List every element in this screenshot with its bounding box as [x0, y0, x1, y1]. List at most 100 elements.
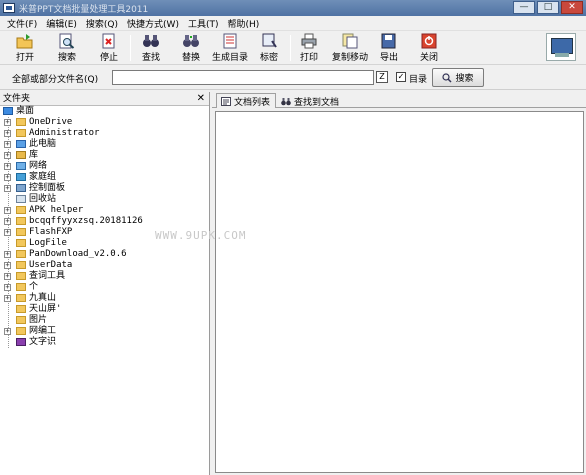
watermark: WWW.9UPK.COM: [155, 229, 247, 242]
mark-secret-button[interactable]: 标密: [260, 33, 278, 63]
folder-icon: [16, 206, 26, 214]
tree-item-label: 文字识: [29, 337, 57, 347]
tree-root-desktop[interactable]: 桌面: [0, 106, 209, 117]
list-icon: [221, 96, 231, 106]
directory-checkbox[interactable]: ✓: [396, 72, 406, 82]
tree-item[interactable]: 文字识: [0, 337, 209, 348]
menu-tools[interactable]: 工具(T): [184, 17, 223, 30]
find-button[interactable]: 查找: [142, 33, 160, 63]
tab-found-docs[interactable]: 查找到文档: [276, 93, 345, 108]
tree-item[interactable]: 天山屏': [0, 304, 209, 315]
window-controls: — □ ✕: [513, 1, 583, 14]
expand-toggle-icon[interactable]: +: [4, 328, 11, 335]
replace-button[interactable]: 替换: [182, 33, 200, 63]
print-button[interactable]: 打印: [300, 33, 318, 63]
close-icon[interactable]: ✕: [197, 92, 205, 106]
document-list-area[interactable]: [215, 111, 584, 473]
replace-icon: [183, 35, 199, 47]
seal-icon: [262, 33, 277, 48]
export-button[interactable]: 导出: [380, 33, 398, 63]
toolbar-separator: [290, 35, 291, 61]
export-icon: [381, 33, 396, 49]
tree-item[interactable]: + 家庭组: [0, 172, 209, 183]
maximize-button[interactable]: □: [537, 1, 559, 14]
close-window-button[interactable]: ✕: [561, 1, 583, 14]
tab-doc-list[interactable]: 文档列表: [216, 93, 277, 108]
tree-item[interactable]: + 此电脑: [0, 139, 209, 150]
expand-toggle-icon[interactable]: +: [4, 163, 11, 170]
tree-item[interactable]: + 网编工: [0, 326, 209, 337]
tree-item[interactable]: + 个: [0, 282, 209, 293]
user-icon: [16, 129, 26, 137]
expand-toggle-icon[interactable]: +: [4, 251, 11, 258]
onedrive-icon: [16, 118, 26, 126]
tree-item[interactable]: + bcqqffyyxzsq.20181126: [0, 216, 209, 227]
tree-item-label: 图片: [29, 315, 48, 325]
close-button[interactable]: 关闭: [420, 33, 438, 63]
folder-icon: [16, 327, 26, 335]
copy-move-button[interactable]: 复制移动: [332, 33, 368, 63]
toolbar: 打开 搜索 停止 查找 替换 生成目录 标密 打印 复制移动 导出 关闭: [0, 31, 586, 65]
search-submit-button[interactable]: 搜索: [432, 68, 484, 87]
minimize-button[interactable]: —: [513, 1, 535, 14]
folder-panel: 文件夹 ✕ 桌面 + OneDrive + Administrator + 此电脑 + 库 + 网…: [0, 92, 210, 475]
tree-item[interactable]: + 网络: [0, 161, 209, 172]
tree-item-label: 天山屏': [29, 304, 62, 314]
menu-help[interactable]: 帮助(H): [223, 17, 263, 30]
tree-item[interactable]: + PanDownload_v2.0.6: [0, 249, 209, 260]
tree-item[interactable]: 回收站: [0, 194, 209, 205]
expand-toggle-icon[interactable]: +: [4, 273, 11, 280]
app-icon: [3, 3, 15, 13]
tree-item-label: 库: [29, 150, 39, 160]
expand-toggle-icon[interactable]: +: [4, 207, 11, 214]
expand-toggle-icon[interactable]: +: [4, 152, 11, 159]
control-panel-icon: [16, 184, 26, 192]
expand-toggle-icon[interactable]: +: [4, 174, 11, 181]
expand-toggle-icon[interactable]: +: [4, 295, 11, 302]
menu-edit[interactable]: 编辑(E): [42, 17, 81, 30]
binoculars-icon: [281, 97, 291, 105]
tree-item-label: 九真山: [29, 293, 57, 303]
open-button[interactable]: 打开: [16, 33, 34, 63]
generate-toc-button[interactable]: 生成目录: [212, 33, 248, 63]
tree-item[interactable]: + 库: [0, 150, 209, 161]
binoculars-icon: [143, 35, 159, 47]
tree-item[interactable]: + 查词工具: [0, 271, 209, 282]
toolbar-separator: [130, 35, 131, 61]
folder-icon: [16, 294, 26, 302]
folder-tree[interactable]: 桌面 + OneDrive + Administrator + 此电脑 + 库 + 网络 + 家庭组 +…: [0, 106, 209, 348]
search-button[interactable]: 搜索: [58, 33, 76, 63]
tree-item[interactable]: + APK helper: [0, 205, 209, 216]
expand-toggle-icon[interactable]: +: [4, 229, 11, 236]
pattern-picker-button[interactable]: Z: [376, 71, 388, 83]
filename-input[interactable]: [112, 70, 374, 85]
expand-toggle-icon[interactable]: +: [4, 262, 11, 269]
tree-item[interactable]: + 控制面板: [0, 183, 209, 194]
tree-item[interactable]: + UserData: [0, 260, 209, 271]
tree-item[interactable]: + OneDrive: [0, 117, 209, 128]
folder-icon: [16, 228, 26, 236]
tree-item-label: LogFile: [29, 238, 67, 248]
directory-label: 目录: [409, 75, 428, 85]
library-icon: [16, 151, 26, 159]
menu-file[interactable]: 文件(F): [3, 17, 41, 30]
tree-item[interactable]: + 九真山: [0, 293, 209, 304]
tree-item[interactable]: + Administrator: [0, 128, 209, 139]
expand-toggle-icon[interactable]: +: [4, 130, 11, 137]
expand-toggle-icon[interactable]: +: [4, 119, 11, 126]
expand-toggle-icon[interactable]: +: [4, 218, 11, 225]
expand-toggle-icon[interactable]: +: [4, 185, 11, 192]
tree-item-label: 查词工具: [29, 271, 66, 281]
tree-item-label: APK helper: [29, 205, 84, 215]
expand-toggle-icon[interactable]: +: [4, 141, 11, 148]
magnifier-icon: [442, 72, 453, 83]
document-panel: 文档列表 查找到文档: [212, 92, 586, 475]
tree-item[interactable]: 图片: [0, 315, 209, 326]
title-bar: 米普PPT文档批量处理工具2011 — □ ✕: [0, 0, 586, 16]
expand-toggle-icon[interactable]: +: [4, 284, 11, 291]
menu-shortcuts[interactable]: 快捷方式(W): [123, 17, 183, 30]
stop-button[interactable]: 停止: [100, 33, 118, 63]
menu-search[interactable]: 搜索(Q): [82, 17, 122, 30]
network-icon: [16, 162, 26, 170]
folder-icon: [16, 261, 26, 269]
